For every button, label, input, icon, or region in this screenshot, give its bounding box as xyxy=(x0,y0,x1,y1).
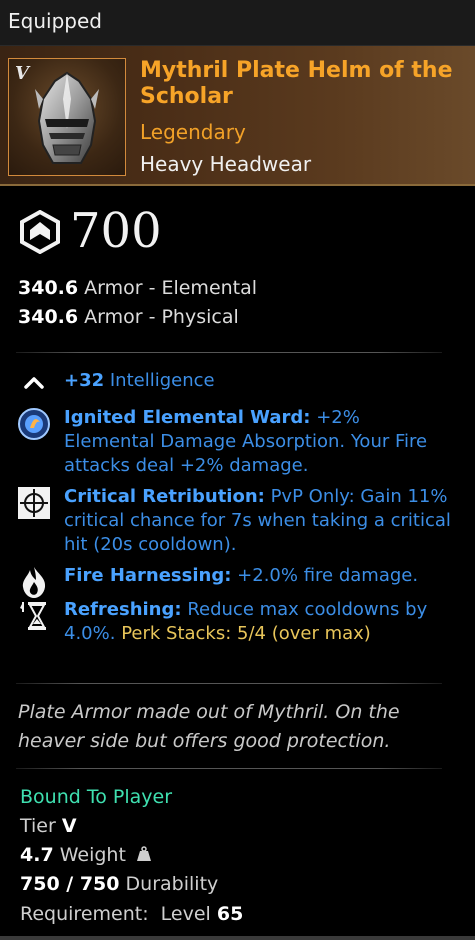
item-banner: V Mythril Plate Helm of the Scholar Lege… xyxy=(0,46,475,186)
perk-name: Refreshing: xyxy=(64,599,182,620)
armor-elemental: 340.6 Armor - Elemental xyxy=(18,277,257,299)
crosshair-icon xyxy=(18,487,50,519)
chevron-up-icon xyxy=(24,377,44,389)
flavor-text: Plate Armor made out of Mythril. On the … xyxy=(18,701,400,752)
armor-elemental-value: 340.6 xyxy=(18,277,79,299)
armor-physical: 340.6 Armor - Physical xyxy=(18,306,239,328)
armor-elemental-label: Armor - Elemental xyxy=(84,277,258,299)
durability-label: Durability xyxy=(125,873,219,895)
requirement-label: Requirement: Level xyxy=(20,903,211,925)
equipped-label: Equipped xyxy=(8,9,102,33)
item-rarity: Legendary xyxy=(140,120,246,144)
gear-score-icon xyxy=(20,210,60,254)
durability-value: 750 / 750 xyxy=(20,873,120,895)
item-name: Mythril Plate Helm of the Scholar xyxy=(140,58,453,109)
durability-row: 750 / 750 Durability xyxy=(20,873,218,895)
perk-stacks: Perk Stacks: 5/4 (over max) xyxy=(121,623,371,644)
perk-desc: +2.0% fire damage. xyxy=(231,565,419,586)
weight-label: Weight xyxy=(59,844,126,866)
flame-icon xyxy=(22,567,46,598)
divider xyxy=(16,768,442,769)
attribute-label: Intelligence xyxy=(109,370,215,391)
tier-row: Tier V xyxy=(20,815,77,837)
armor-physical-value: 340.6 xyxy=(18,306,79,328)
weight-row: 4.7 Weight xyxy=(20,844,152,866)
tooltip-header: Equipped xyxy=(0,0,475,46)
item-type: Heavy Headwear xyxy=(140,152,312,176)
perk-name: Critical Retribution: xyxy=(64,486,265,507)
weight-icon xyxy=(136,846,151,861)
divider xyxy=(16,683,442,684)
perk-name: Ignited Elemental Ward: xyxy=(64,407,311,428)
armor-physical-label: Armor - Physical xyxy=(84,306,239,328)
tier-value: V xyxy=(61,815,77,837)
divider xyxy=(16,352,442,353)
requirement-row: Requirement: Level 65 xyxy=(20,903,243,925)
tooltip-bottom-border xyxy=(0,936,475,940)
item-icon-frame: V xyxy=(8,58,126,176)
tier-label: Tier xyxy=(20,815,56,837)
gear-score-value: 700 xyxy=(70,203,162,259)
attribute-value: +32 xyxy=(64,370,105,391)
elemental-ward-icon xyxy=(18,408,50,440)
hourglass-icon xyxy=(20,602,46,630)
bind-status: Bound To Player xyxy=(20,786,173,808)
perk-name: Fire Harnessing: xyxy=(64,565,232,586)
helmet-icon xyxy=(35,71,99,164)
weight-value: 4.7 xyxy=(20,844,54,866)
requirement-value: 65 xyxy=(216,903,244,925)
